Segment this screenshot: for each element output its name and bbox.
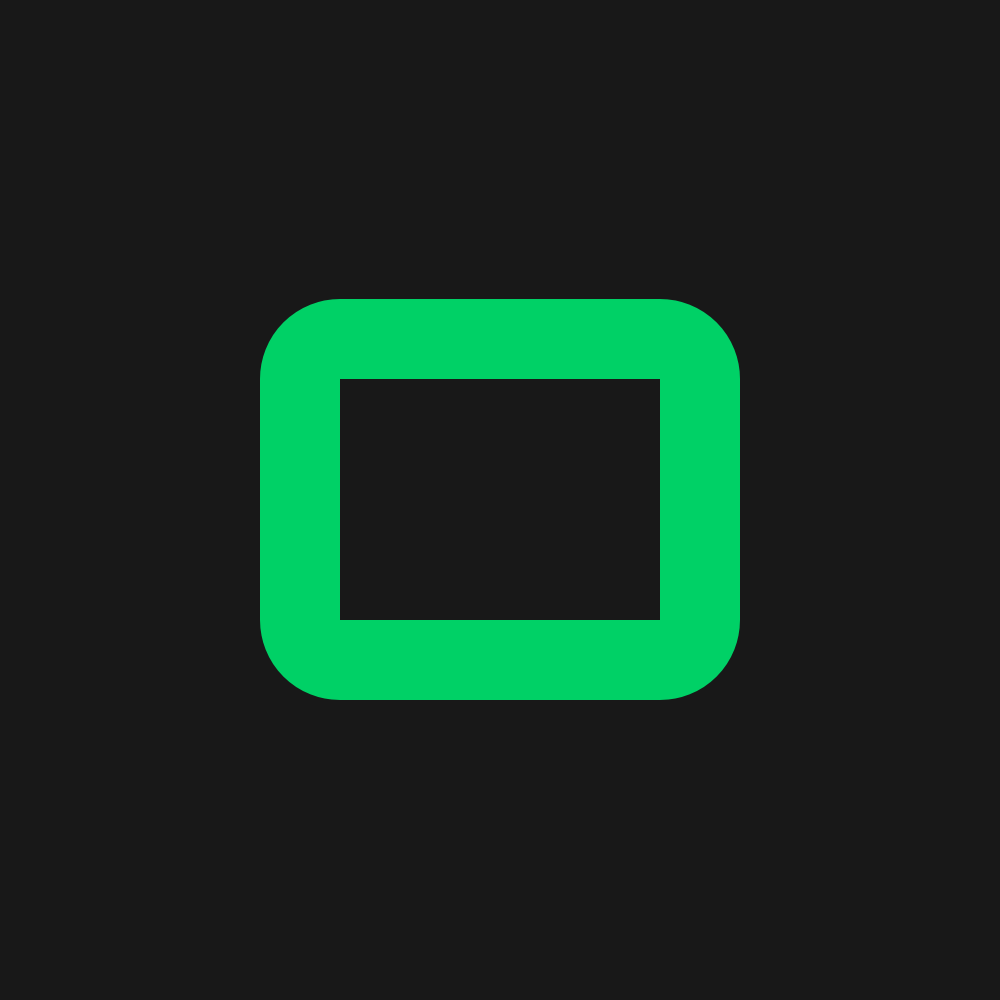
frame-icon — [260, 299, 740, 700]
canvas — [0, 0, 1000, 1000]
frame-icon-inner — [340, 379, 660, 620]
